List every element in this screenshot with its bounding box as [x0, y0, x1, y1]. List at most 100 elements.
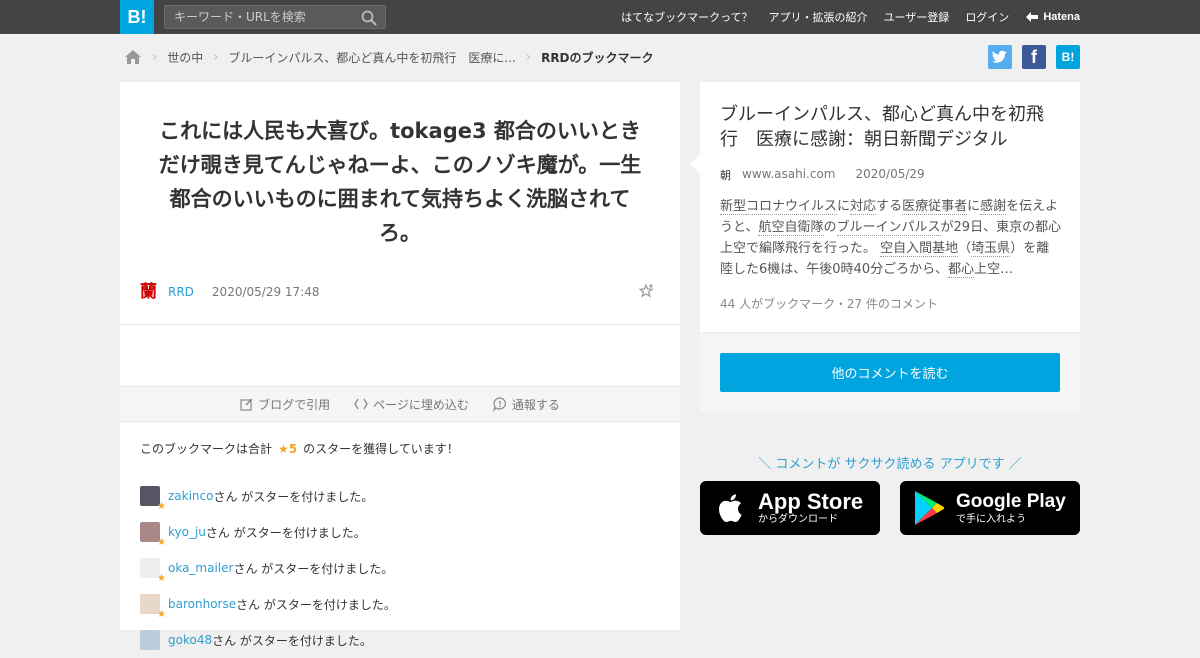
stargiver-text: さん がスターを付けました。 — [212, 633, 372, 648]
quote-in-blog-button[interactable]: ブログで引用 — [240, 396, 330, 413]
hatena-bookmark-logo[interactable]: B! — [120, 0, 154, 34]
avatar[interactable]: 蘭 — [140, 282, 160, 302]
list-item: ★ kyo_ju さん がスターを付けました。 — [140, 514, 396, 550]
read-other-comments-button[interactable]: 他のコメントを読む — [720, 353, 1060, 392]
description-text: 上空… — [974, 262, 1014, 277]
keyword-link[interactable]: 感謝 — [980, 199, 1007, 215]
keyword-link[interactable]: 航空自衛隊 — [758, 220, 824, 236]
report-label: 通報する — [511, 397, 560, 412]
description-text: に — [967, 199, 981, 214]
code-icon — [354, 398, 368, 410]
add-star-icon[interactable] — [639, 283, 655, 299]
share-buttons: f B! — [978, 45, 1080, 69]
bookmark-card: これには人民も大喜び。tokage3 都合のいいときだけ覗き見てんじゃねーよ、こ… — [120, 82, 680, 650]
nav-login[interactable]: ログイン — [965, 9, 1009, 25]
embed-label: ページに埋め込む — [373, 397, 469, 412]
avatar[interactable]: ★ — [140, 486, 166, 512]
keyword-link[interactable]: 対応 — [850, 199, 877, 215]
google-play-button[interactable]: Google Play で手に入れよう — [900, 481, 1080, 535]
keyword-link[interactable]: コロナウイルス — [746, 199, 838, 215]
edit-icon — [240, 398, 253, 411]
top-header: B! はてなブックマークって？ アプリ・拡張の紹介 ユーザー登録 ログイン Ha… — [0, 0, 1200, 34]
hatena-brand-link[interactable]: Hatena — [1025, 11, 1080, 23]
bookmark-user-link[interactable]: RRD — [168, 285, 194, 299]
breadcrumb-entry[interactable]: ブルーインパルス、都心ど真ん中を初飛行 医療に... — [228, 49, 515, 66]
keyword-link[interactable]: 都心 — [948, 262, 975, 278]
keyword-link[interactable]: ブルーインパルス — [836, 220, 941, 236]
home-icon[interactable] — [124, 49, 142, 65]
chevron-right-icon: › — [213, 49, 219, 65]
breadcrumb: › 世の中 › ブルーインパルス、都心ど真ん中を初飛行 医療に... › RRD… — [124, 47, 654, 67]
star-summary-prefix: このブックマークは合計 — [140, 442, 273, 456]
nav-register[interactable]: ユーザー登録 — [884, 9, 950, 25]
search-box — [164, 5, 386, 29]
entry-footer: 他のコメントを読む — [700, 332, 1080, 412]
stargiver-text: さん がスターを付けました。 — [233, 561, 394, 576]
star-giver-list: ★ zakinco さん がスターを付けました。 ★ kyo_ju さん がスターを付け… — [140, 478, 396, 658]
star-icon: ★ — [157, 537, 166, 548]
report-button[interactable]: 通報する — [492, 396, 560, 413]
entry-description: 新型コロナウイルスに対応する医療従事者に感謝を伝えようと、航空自衛隊のブルーイン… — [720, 196, 1062, 280]
breadcrumb-category[interactable]: 世の中 — [167, 49, 203, 66]
entry-domain-link[interactable]: www.asahi.com — [742, 167, 836, 181]
stargiver-user-link[interactable]: zakinco — [168, 489, 213, 503]
facebook-icon: f — [1031, 46, 1037, 67]
app-store-subtitle: からダウンロード — [758, 514, 838, 525]
breadcrumb-current: RRDのブックマーク — [541, 50, 654, 65]
star-summary: このブックマークは合計 ★5 のスターを獲得しています！ — [140, 440, 459, 457]
hatena-bookmark-icon: B! — [1061, 50, 1075, 64]
pointer-arrow — [690, 154, 700, 174]
bookmark-date[interactable]: 2020/05/29 17:48 — [212, 285, 320, 299]
bookmark-comment: これには人民も大喜び。tokage3 都合のいいときだけ覗き見てんじゃねーよ、こ… — [158, 119, 642, 245]
keyword-link[interactable]: 新型 — [720, 199, 747, 215]
avatar[interactable] — [140, 630, 160, 650]
stargiver-user-link[interactable]: baronhorse — [168, 597, 236, 611]
bookmark-count-link[interactable]: 44 人がブックマーク・27 件のコメント — [720, 295, 938, 312]
stargiver-text: さん がスターを付けました。 — [213, 489, 374, 504]
app-store-text: App Store からダウンロード — [758, 490, 863, 526]
search-input[interactable] — [165, 6, 355, 28]
stargiver-text: さん がスターを付けました。 — [205, 525, 366, 540]
avatar[interactable]: ★ — [140, 594, 166, 620]
avatar[interactable]: ★ — [140, 558, 166, 584]
search-icon[interactable] — [361, 10, 377, 26]
stargiver-user-link[interactable]: kyo_ju — [168, 525, 206, 539]
facebook-share-button[interactable]: f — [1022, 45, 1046, 69]
divider — [120, 324, 680, 325]
embed-button[interactable]: ページに埋め込む — [354, 396, 469, 413]
site-favicon: 朝 — [720, 169, 731, 182]
app-promo-text: ＼ コメントが サクサク読める アプリです ／ — [758, 457, 1022, 472]
nav-apps[interactable]: アプリ・拡張の紹介 — [769, 9, 868, 25]
description-text: （ — [958, 241, 972, 256]
keyword-link[interactable]: 空自入間基地 — [880, 241, 959, 257]
stargiver-user-link[interactable]: goko48 — [168, 633, 212, 647]
twitter-share-button[interactable] — [988, 45, 1012, 69]
description-text: する — [876, 199, 903, 214]
stargiver-text: さん がスターを付けました。 — [236, 597, 396, 612]
quote-in-blog-label: ブログで引用 — [258, 397, 331, 412]
google-play-icon — [915, 491, 945, 525]
google-play-subtitle: で手に入れよう — [956, 514, 1026, 525]
apple-icon — [719, 494, 742, 523]
entry-box: ブルーインパルス、都心ど真ん中を初飛行 医療に感謝：朝日新聞デジタル 朝 www… — [690, 82, 1080, 412]
list-item: ★ zakinco さん がスターを付けました。 — [140, 478, 396, 514]
stargiver-user-link[interactable]: oka_mailer — [168, 561, 233, 575]
keyword-link[interactable]: 埼玉県 — [971, 241, 1011, 257]
hatena-logo-icon — [1026, 12, 1039, 22]
description-text: の — [823, 220, 837, 235]
star-icon: ★ — [157, 609, 166, 620]
app-store-title: App Store — [758, 489, 864, 514]
google-play-title: Google Play — [956, 491, 1066, 512]
nav-about[interactable]: はてなブックマークって？ — [621, 9, 752, 25]
avatar[interactable]: ★ — [140, 522, 166, 548]
star-count[interactable]: ★5 — [278, 442, 297, 456]
entry-title-link[interactable]: ブルーインパルス、都心ど真ん中を初飛行 医療に感謝：朝日新聞デジタル — [720, 102, 1060, 152]
twitter-icon — [992, 50, 1007, 63]
app-store-button[interactable]: App Store からダウンロード — [700, 481, 880, 535]
hatena-share-button[interactable]: B! — [1056, 45, 1080, 69]
description-text: に — [837, 199, 851, 214]
star-icon: ★ — [157, 573, 166, 584]
star-icon: ★ — [157, 501, 166, 512]
bookmark-actions: ブログで引用 ページに埋め込む 通報する — [120, 386, 680, 422]
keyword-link[interactable]: 医療従事者 — [902, 199, 968, 215]
